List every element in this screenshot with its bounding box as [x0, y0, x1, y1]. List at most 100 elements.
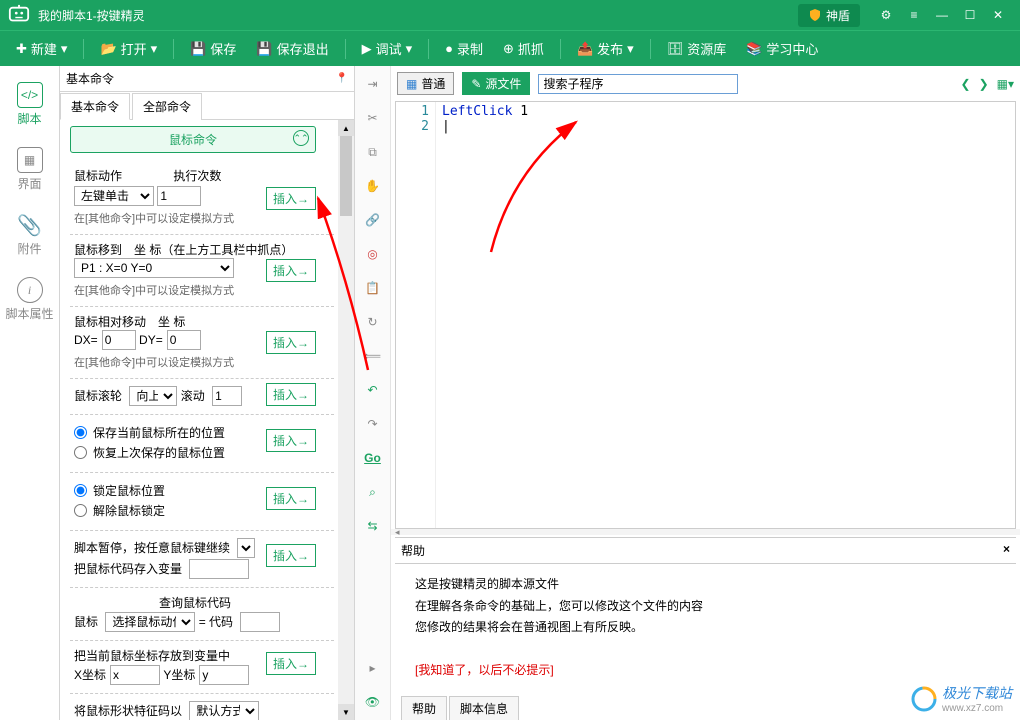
resources-button[interactable]: 🗄 资源库: [659, 35, 735, 62]
vtb-eye-icon[interactable]: 👁: [363, 692, 383, 712]
panel-title: 基本命令: [66, 70, 336, 87]
insert-button[interactable]: 插入→: [266, 331, 316, 354]
command-panel: 基本命令 📍 基本命令 全部命令 鼠标命令 ⌃⌃ 鼠标动作 执行次数 左键单击 …: [60, 66, 355, 720]
grab-button[interactable]: ⊕ 抓抓: [495, 35, 552, 62]
vtb-expand-icon[interactable]: ▸: [363, 658, 383, 678]
section-moveto: 鼠标移到 坐 标（在上方工具栏中抓点） P1 : X=0 Y=0 插入→ 在[其…: [70, 235, 334, 307]
pause-select[interactable]: [237, 538, 255, 558]
y-var-input[interactable]: [199, 665, 249, 685]
h-splitter[interactable]: ◂: [391, 529, 1020, 535]
insert-button[interactable]: 插入→: [266, 487, 316, 510]
shape-mode-select[interactable]: 默认方式: [189, 701, 259, 720]
shield-button[interactable]: 神盾: [798, 4, 860, 27]
debug-button[interactable]: ▶ 调试 ▾: [354, 35, 421, 62]
insert-button[interactable]: 插入→: [266, 383, 316, 406]
section-savepos: 保存当前鼠标所在的位置 恢复上次保存的鼠标位置 插入→: [70, 415, 334, 473]
radio-unlock[interactable]: [74, 504, 87, 517]
record-button[interactable]: ● 录制: [437, 35, 491, 62]
help-dismiss-link[interactable]: [我知道了，以后不必提示]: [415, 660, 996, 682]
menu-icon[interactable]: ≡: [900, 1, 928, 29]
var-input[interactable]: [189, 559, 249, 579]
vtb-back-icon[interactable]: ⟸: [363, 346, 383, 366]
point-select[interactable]: P1 : X=0 Y=0: [74, 258, 234, 278]
next-icon[interactable]: ❯: [979, 77, 989, 91]
insert-button[interactable]: 插入→: [266, 187, 316, 210]
title-bar: 我的脚本1-按键精灵 神盾 ⚙ ≡ — ☐ ✕: [0, 0, 1020, 30]
vtb-target-icon[interactable]: ◎: [363, 244, 383, 264]
action-select[interactable]: 左键单击: [74, 186, 154, 206]
watermark-logo-icon: [910, 685, 938, 713]
vtb-run-icon[interactable]: ⇥: [363, 74, 383, 94]
left-nav: </> 脚本 ▦ 界面 📎 附件 i 脚本属性: [0, 66, 60, 720]
nav-ui[interactable]: ▦ 界面: [0, 141, 59, 198]
nav-script[interactable]: </> 脚本: [0, 76, 59, 133]
radio-lock[interactable]: [74, 484, 87, 497]
scroll-amount-input[interactable]: [212, 386, 242, 406]
mouse-action-select[interactable]: 选择鼠标动作: [105, 612, 195, 632]
tab-basic[interactable]: 基本命令: [60, 93, 130, 120]
insert-button[interactable]: 插入→: [266, 652, 316, 675]
vtb-undo-icon[interactable]: ↶: [363, 380, 383, 400]
section-store-coords: 把当前鼠标坐标存放到变量中 X坐标 Y坐标 插入→: [70, 641, 334, 694]
save-button[interactable]: 💾 保存: [182, 35, 244, 62]
vtb-link-icon[interactable]: 🔗: [363, 210, 383, 230]
code-keyword: LeftClick: [442, 104, 512, 119]
vtb-find-icon[interactable]: ⌕: [363, 482, 383, 502]
dx-input[interactable]: [102, 330, 136, 350]
search-input[interactable]: [538, 74, 738, 94]
editor-area: ▦ 普通 ✎ 源文件 ❮ ❯ ▦▾ 1 2 LeftClick 1 | ◂ 帮助: [391, 66, 1020, 720]
scroll-thumb[interactable]: [340, 136, 352, 216]
radio-restore-pos[interactable]: [74, 446, 87, 459]
nav-props[interactable]: i 脚本属性: [0, 271, 59, 328]
view-normal-button[interactable]: ▦ 普通: [397, 72, 454, 95]
editor-toolbar: ⇥ ✂ ⧉ ✋ 🔗 ◎ 📋 ↻ ⟸ ↶ ↷ Go ⌕ ⇆ ▸ 👁: [355, 66, 391, 720]
panel-scrollbar[interactable]: ▲ ▼: [338, 120, 354, 720]
section-cursor-shape: 将鼠标形状特征码以 默认方式: [70, 694, 334, 720]
scroll-up-icon[interactable]: ▲: [338, 120, 354, 136]
vtb-copy-icon[interactable]: ⧉: [363, 142, 383, 162]
open-button[interactable]: 📂 打开 ▾: [92, 35, 165, 62]
x-var-input[interactable]: [110, 665, 160, 685]
count-input[interactable]: [157, 186, 201, 206]
help-tab-info[interactable]: 脚本信息: [449, 696, 519, 720]
close-icon[interactable]: ✕: [984, 1, 1012, 29]
view-source-button[interactable]: ✎ 源文件: [462, 72, 530, 95]
vtb-paste-icon[interactable]: 📋: [363, 278, 383, 298]
collapse-icon[interactable]: ⌃⌃: [293, 130, 309, 146]
vtb-cut-icon[interactable]: ✂: [363, 108, 383, 128]
main-toolbar: ✚ 新建 ▾ 📂 打开 ▾ 💾 保存 💾 保存退出 ▶ 调试 ▾ ● 录制 ⊕ …: [0, 30, 1020, 66]
new-button[interactable]: ✚ 新建 ▾: [8, 35, 75, 62]
learn-button[interactable]: 📚 学习中心: [738, 35, 826, 62]
tab-all[interactable]: 全部命令: [132, 93, 202, 120]
publish-button[interactable]: 📤 发布 ▾: [569, 35, 642, 62]
insert-button[interactable]: 插入→: [266, 429, 316, 452]
pin-icon[interactable]: 📍: [336, 73, 348, 84]
section-lock: 锁定鼠标位置 解除鼠标锁定 插入→: [70, 473, 334, 531]
section-moverel: 鼠标相对移动 坐 标 DX= DY= 在[其他命令]中可以设定模拟方式 插入→: [70, 307, 334, 379]
vtb-loop-icon[interactable]: ↻: [363, 312, 383, 332]
minimize-icon[interactable]: —: [928, 1, 956, 29]
insert-button[interactable]: 插入→: [266, 544, 316, 567]
vtb-go-icon[interactable]: Go: [363, 448, 383, 468]
code-editor[interactable]: 1 2 LeftClick 1 |: [395, 101, 1016, 529]
insert-button[interactable]: 插入→: [266, 259, 316, 282]
line-gutter: 1 2: [396, 102, 436, 528]
prev-icon[interactable]: ❮: [961, 77, 971, 91]
grid-menu-icon[interactable]: ▦▾: [997, 77, 1014, 91]
ui-icon: ▦: [17, 147, 43, 173]
vtb-hand-icon[interactable]: ✋: [363, 176, 383, 196]
category-mouse[interactable]: 鼠标命令 ⌃⌃: [70, 126, 316, 153]
scroll-down-icon[interactable]: ▼: [338, 704, 354, 720]
settings-icon[interactable]: ⚙: [872, 1, 900, 29]
save-exit-button[interactable]: 💾 保存退出: [248, 35, 336, 62]
maximize-icon[interactable]: ☐: [956, 1, 984, 29]
help-tab-help[interactable]: 帮助: [401, 696, 447, 720]
scroll-dir-select[interactable]: 向上: [129, 386, 177, 406]
vtb-redo-icon[interactable]: ↷: [363, 414, 383, 434]
nav-attach[interactable]: 📎 附件: [0, 206, 59, 263]
radio-save-pos[interactable]: [74, 426, 87, 439]
code-output[interactable]: [240, 612, 280, 632]
vtb-replace-icon[interactable]: ⇆: [363, 516, 383, 536]
help-close-icon[interactable]: ×: [1003, 542, 1010, 559]
dy-input[interactable]: [167, 330, 201, 350]
